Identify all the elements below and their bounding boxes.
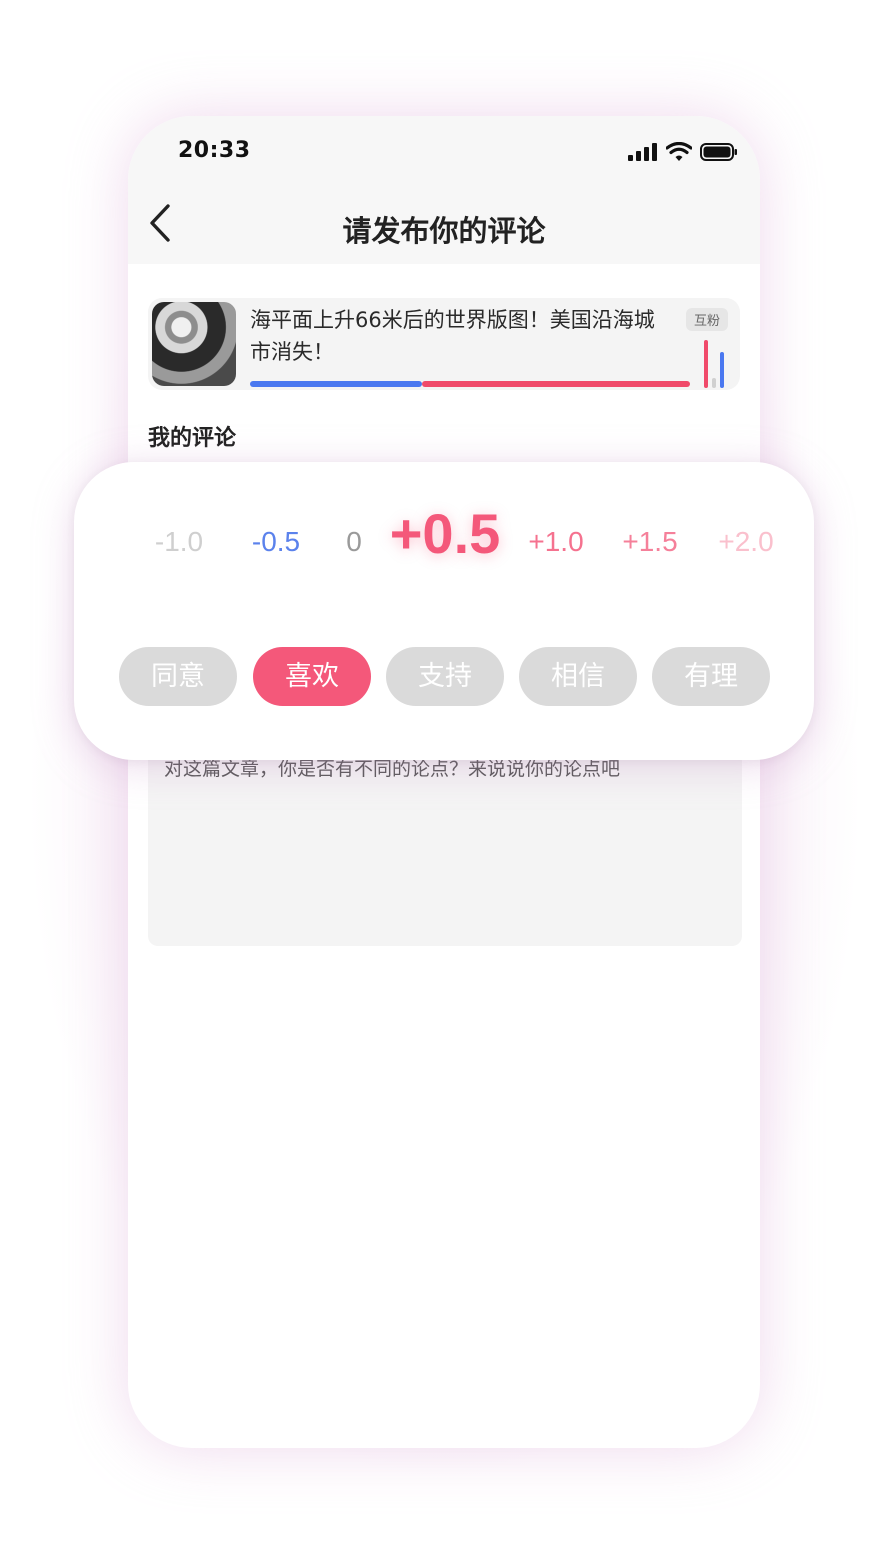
rating-card: -1.0 -0.5 0 +0.5 +1.0 +1.5 +2.0 同意 喜欢 支持…	[74, 462, 814, 760]
reaction-chip-agree[interactable]: 同意	[119, 647, 237, 706]
my-comment-label: 我的评论	[148, 426, 237, 451]
support-progress-pink	[422, 381, 690, 387]
rating-scale[interactable]: -1.0 -0.5 0 +0.5 +1.0 +1.5 +2.0	[74, 502, 814, 582]
article-card[interactable]: 海平面上升66米后的世界版图！美国沿海城市消失！ 互粉	[148, 298, 740, 390]
scale-value[interactable]: -0.5	[252, 502, 300, 582]
scale-value[interactable]: +1.5	[622, 502, 677, 582]
scale-value-selected[interactable]: +0.5	[390, 494, 501, 574]
vote-bar-blue	[720, 352, 724, 388]
reaction-chip-support[interactable]: 支持	[386, 647, 504, 706]
status-icons	[628, 142, 738, 162]
top-bar: 20:33 请发布你的评论	[128, 116, 760, 264]
status-time: 20:33	[178, 138, 251, 163]
reaction-chips: 同意 喜欢 支持 相信 有理	[74, 647, 814, 707]
vote-bar-gray	[712, 378, 716, 388]
article-title: 海平面上升66米后的世界版图！美国沿海城市消失！	[250, 308, 655, 364]
signal-icon	[628, 143, 657, 161]
support-progress-blue	[250, 381, 422, 387]
reaction-chip-believe[interactable]: 相信	[519, 647, 637, 706]
battery-icon	[700, 143, 737, 161]
scale-value[interactable]: +1.0	[528, 502, 583, 582]
reaction-chip-like[interactable]: 喜欢	[253, 647, 371, 706]
article-thumbnail	[152, 302, 236, 386]
wifi-icon	[666, 142, 692, 161]
vote-bar-pink	[704, 340, 708, 388]
reaction-chip-reasonable[interactable]: 有理	[652, 647, 770, 706]
scale-value[interactable]: +2.0	[718, 502, 773, 582]
page-title: 请发布你的评论	[342, 214, 546, 248]
scale-value[interactable]: -1.0	[155, 502, 203, 582]
scale-value[interactable]: 0	[346, 502, 362, 582]
phone-screen: 20:33 请发布你的评论 海平面上升66米后的世界版图！美国沿海城市消失！ 互…	[128, 116, 760, 1448]
article-tag: 互粉	[685, 308, 728, 331]
